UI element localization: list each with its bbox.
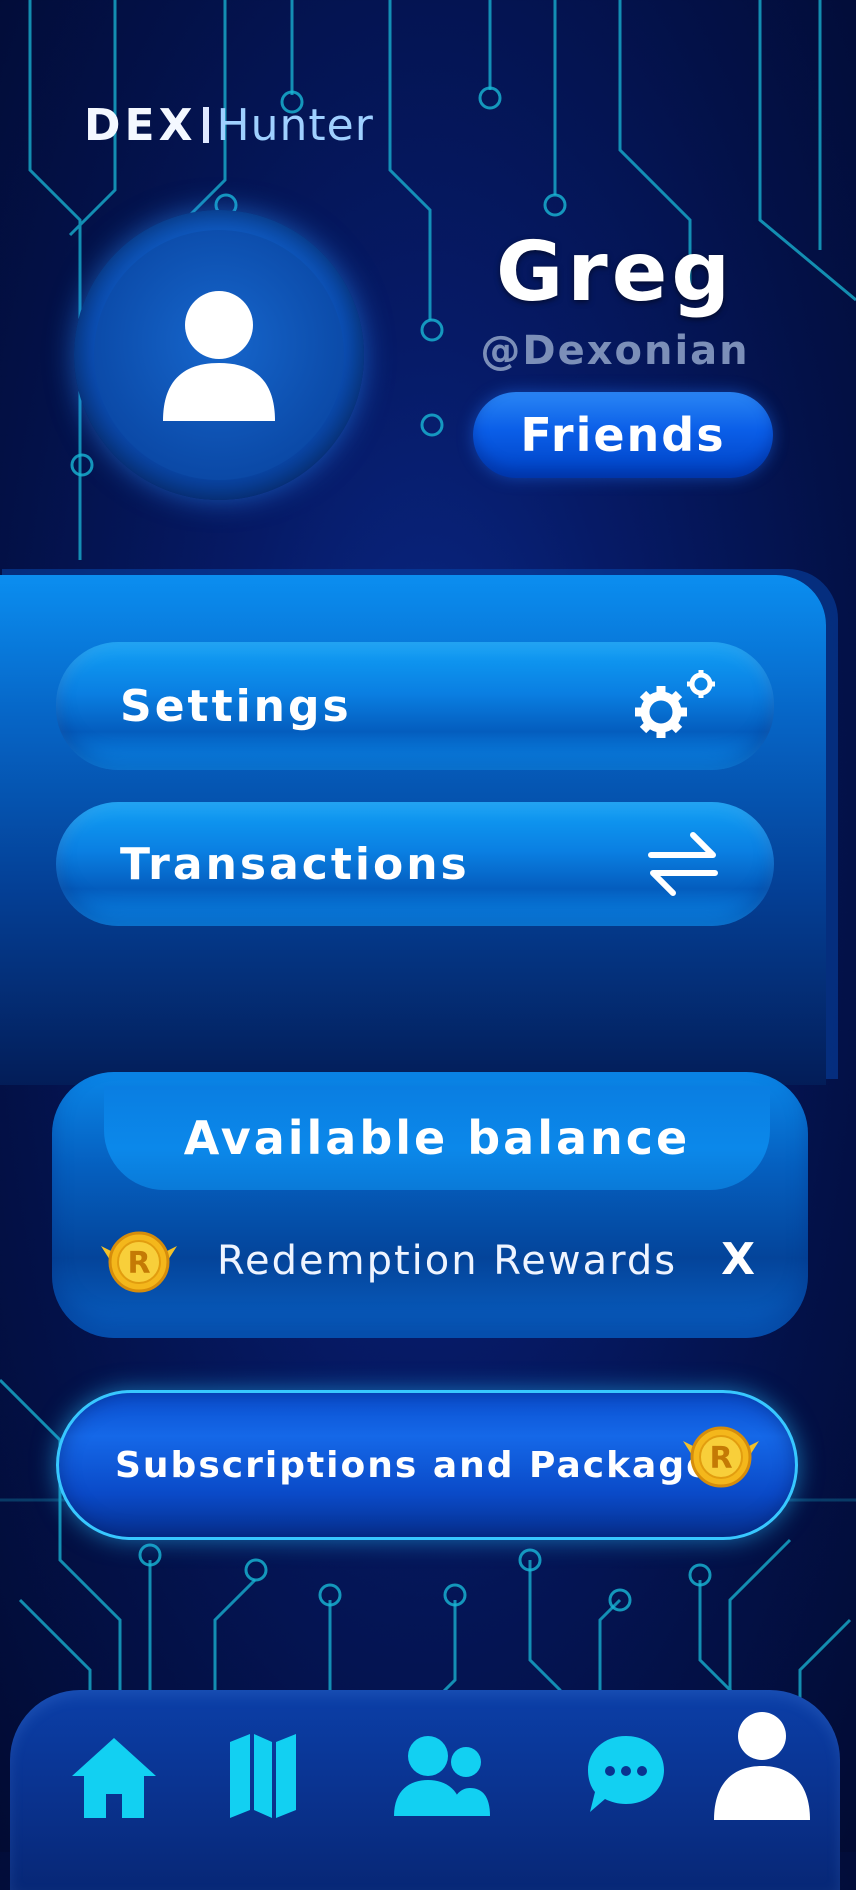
- home-icon: [72, 1738, 156, 1818]
- nav-home[interactable]: [68, 1734, 160, 1824]
- transactions-button[interactable]: Transactions: [56, 802, 774, 926]
- balance-title: Available balance: [104, 1086, 770, 1190]
- nav-profile[interactable]: [712, 1710, 812, 1824]
- user-avatar-icon: [163, 291, 275, 421]
- nav-map[interactable]: [228, 1732, 298, 1824]
- coin-icon: R: [683, 1426, 759, 1488]
- user-name: Greg: [495, 225, 735, 320]
- app-logo: DEX Hunter: [84, 99, 374, 151]
- nav-chat[interactable]: [586, 1732, 666, 1820]
- logo-primary: DEX: [84, 99, 197, 151]
- gear-icon: [635, 670, 715, 738]
- friends-button[interactable]: Friends: [473, 392, 773, 478]
- settings-label: Settings: [120, 680, 352, 732]
- profile-icon: [714, 1712, 810, 1820]
- subscriptions-label: Subscriptions and Packages: [115, 1445, 736, 1486]
- chat-icon: [588, 1736, 664, 1812]
- user-handle: @Dexonian: [480, 328, 750, 374]
- subscriptions-button[interactable]: Subscriptions and Packages R: [56, 1390, 798, 1540]
- reward-value: X: [721, 1234, 755, 1285]
- logo-divider: [202, 107, 209, 143]
- svg-text:R: R: [127, 1246, 150, 1281]
- reward-label: Redemption Rewards: [217, 1238, 678, 1284]
- transactions-label: Transactions: [120, 838, 470, 890]
- avatar[interactable]: [74, 210, 364, 500]
- svg-text:R: R: [709, 1441, 732, 1476]
- users-icon: [394, 1736, 490, 1816]
- nav-friends[interactable]: [394, 1734, 490, 1822]
- settings-button[interactable]: Settings: [56, 642, 774, 770]
- map-icon: [230, 1734, 296, 1818]
- reward-coin-icon: R: [101, 1231, 177, 1293]
- logo-secondary: Hunter: [216, 99, 374, 151]
- bottom-nav: [10, 1690, 840, 1890]
- swap-arrows-icon: [648, 832, 718, 896]
- reward-row: R Redemption Rewards X: [95, 1228, 755, 1302]
